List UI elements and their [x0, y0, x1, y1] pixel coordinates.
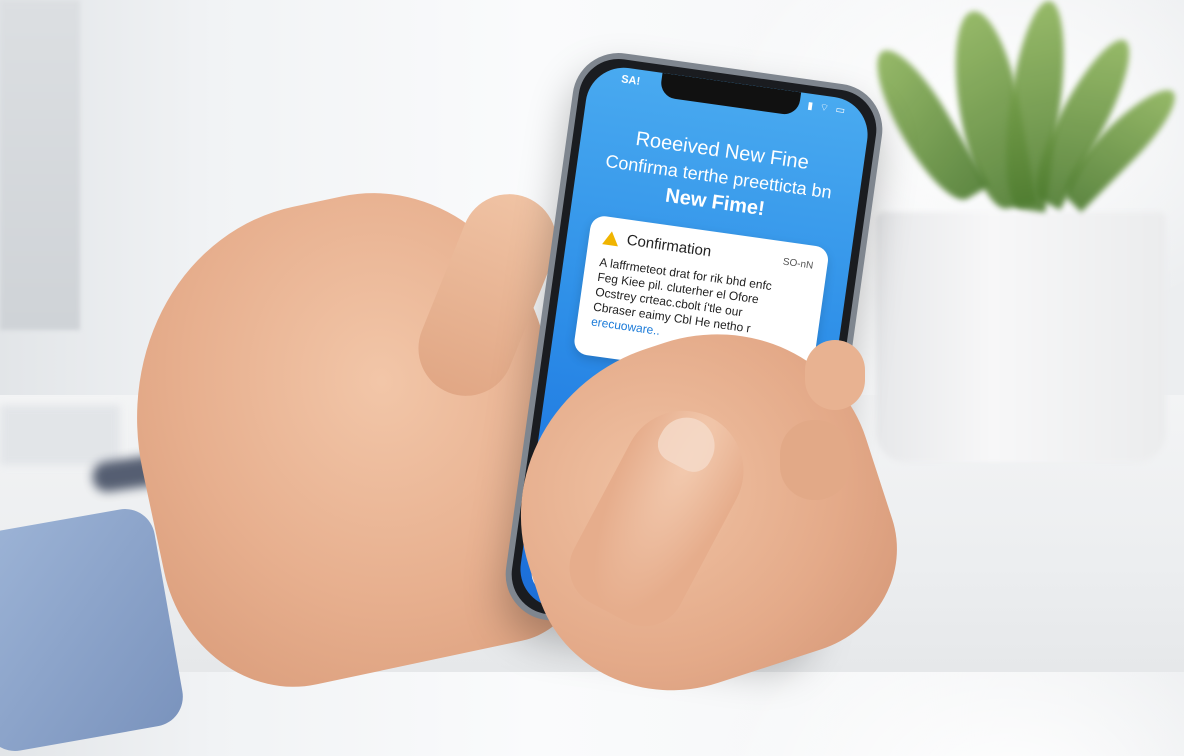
warning-triangle-icon — [602, 229, 620, 246]
phone-notch — [659, 72, 802, 117]
background-wall-panel — [0, 0, 80, 330]
photo-scene: SA! ▮ ⌔ ▭ Roeeived New Fine Confirma ter… — [0, 0, 1184, 756]
background-object — [0, 405, 120, 465]
right-finger — [780, 420, 850, 500]
plant-pot — [876, 212, 1166, 462]
status-icons: ▮ ⌔ ▭ — [806, 100, 848, 117]
notification-time: SO-nN — [782, 256, 814, 272]
status-time: SA! — [620, 73, 641, 88]
right-finger — [805, 340, 865, 410]
